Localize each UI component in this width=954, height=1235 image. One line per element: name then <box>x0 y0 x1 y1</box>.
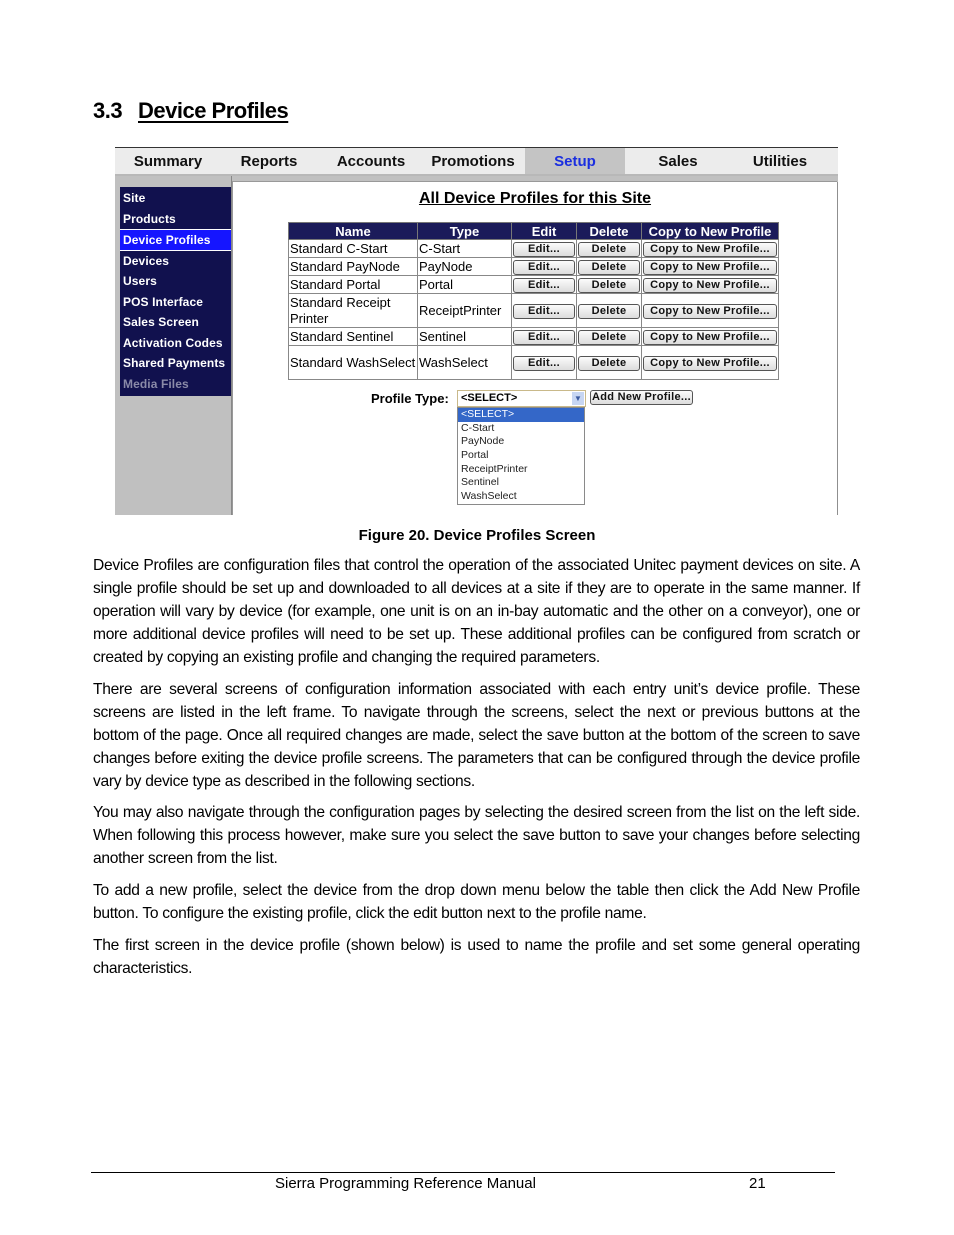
edit-button[interactable]: Edit... <box>513 304 575 319</box>
profile-type: WashSelect <box>417 345 512 380</box>
edit-button[interactable]: Edit... <box>513 242 575 257</box>
edit-button[interactable]: Edit... <box>513 356 575 371</box>
delete-button[interactable]: Delete <box>578 304 640 319</box>
tab-sales[interactable]: Sales <box>629 148 727 174</box>
copy-to-new-profile-button[interactable]: Copy to New Profile... <box>643 278 777 293</box>
main-frame: All Device Profiles for this Site Name T… <box>232 181 838 515</box>
device-profiles-screenshot: Summary Reports Accounts Promotions Setu… <box>115 147 838 515</box>
section-heading: 3.3 Device Profiles <box>93 98 289 124</box>
footer-page-number: 21 <box>749 1175 766 1192</box>
tab-promotions[interactable]: Promotions <box>423 148 523 174</box>
tab-utilities[interactable]: Utilities <box>733 148 827 174</box>
body-paragraph: There are several screens of configurati… <box>93 681 860 790</box>
dropdown-option-portal[interactable]: Portal <box>458 449 584 463</box>
table-row: Standard Receipt Printer ReceiptPrinter … <box>288 293 779 328</box>
sidebar-item-shared-payments[interactable]: Shared Payments <box>120 353 231 374</box>
column-header-delete: Delete <box>576 222 642 240</box>
dropdown-option-paynode[interactable]: PayNode <box>458 435 584 449</box>
delete-button[interactable]: Delete <box>578 356 640 371</box>
footer-divider <box>91 1172 835 1173</box>
edit-button[interactable]: Edit... <box>513 278 575 293</box>
profiles-table: Name Type Edit Delete Copy to New Profil… <box>288 222 779 380</box>
table-row: Standard Sentinel Sentinel Edit... Delet… <box>288 327 779 346</box>
delete-button[interactable]: Delete <box>578 260 640 275</box>
copy-to-new-profile-button[interactable]: Copy to New Profile... <box>643 260 777 275</box>
profile-name: Standard Sentinel <box>288 327 418 346</box>
table-row: Standard C-Start C-Start Edit... Delete … <box>288 239 779 258</box>
tab-reports[interactable]: Reports <box>225 148 313 174</box>
tab-summary[interactable]: Summary <box>115 148 221 174</box>
dropdown-option-c-start[interactable]: C-Start <box>458 422 584 436</box>
column-header-name: Name <box>288 222 418 240</box>
dropdown-option-washselect[interactable]: WashSelect <box>458 490 584 504</box>
copy-to-new-profile-button[interactable]: Copy to New Profile... <box>643 356 777 371</box>
sidebar-item-devices[interactable]: Devices <box>120 251 231 272</box>
delete-button[interactable]: Delete <box>578 278 640 293</box>
column-header-edit: Edit <box>511 222 577 240</box>
sidebar-item-users[interactable]: Users <box>120 271 231 292</box>
profile-type: Portal <box>417 275 512 294</box>
delete-button[interactable]: Delete <box>578 330 640 345</box>
add-new-profile-button[interactable]: Add New Profile... <box>590 390 693 405</box>
sidebar-item-pos-interface[interactable]: POS Interface <box>120 292 231 313</box>
body-paragraph: Device Profiles are configuration files … <box>93 557 860 666</box>
profile-type-label: Profile Type: <box>371 391 449 406</box>
section-number: 3.3 <box>93 98 123 123</box>
profile-type-selected-value: <SELECT> <box>461 392 518 404</box>
table-row: Standard WashSelect WashSelect Edit... D… <box>288 345 779 380</box>
sidebar-item-device-profiles[interactable]: Device Profiles <box>120 229 231 251</box>
dropdown-option-receiptprinter[interactable]: ReceiptPrinter <box>458 463 584 477</box>
profile-type-select[interactable]: <SELECT> ▼ <box>457 390 586 407</box>
sidebar-item-products[interactable]: Products <box>120 209 231 230</box>
dropdown-option-sentinel[interactable]: Sentinel <box>458 476 584 490</box>
sidebar-item-media-files: Media Files <box>123 376 189 391</box>
section-title: Device Profiles <box>138 98 289 123</box>
column-header-type: Type <box>417 222 512 240</box>
edit-button[interactable]: Edit... <box>513 330 575 345</box>
table-row: Standard Portal Portal Edit... Delete Co… <box>288 275 779 294</box>
profile-name: Standard C-Start <box>288 239 418 258</box>
sidebar-item-sales-screen[interactable]: Sales Screen <box>120 312 231 333</box>
body-paragraph: To add a new profile, select the device … <box>93 882 860 922</box>
copy-to-new-profile-button[interactable]: Copy to New Profile... <box>643 242 777 257</box>
profile-type: PayNode <box>417 257 512 276</box>
tab-accounts[interactable]: Accounts <box>327 148 415 174</box>
profile-type: C-Start <box>417 239 512 258</box>
footer-document-title: Sierra Programming Reference Manual <box>275 1175 536 1192</box>
sidebar-item-activation-codes[interactable]: Activation Codes <box>120 333 231 354</box>
profile-type: Sentinel <box>417 327 512 346</box>
sidebar-menu: Site Products Device Profiles Devices Us… <box>120 187 231 396</box>
profile-type-dropdown-list: <SELECT> C-Start PayNode Portal ReceiptP… <box>457 407 585 505</box>
copy-to-new-profile-button[interactable]: Copy to New Profile... <box>643 304 777 319</box>
chevron-down-icon[interactable]: ▼ <box>572 392 584 405</box>
page-title: All Device Profiles for this Site <box>418 190 652 207</box>
profile-name: Standard PayNode <box>288 257 418 276</box>
body-paragraph: The first screen in the device profile (… <box>93 937 860 977</box>
body-paragraph: You may also navigate through the config… <box>93 804 860 867</box>
table-header-row: Name Type Edit Delete Copy to New Profil… <box>288 222 779 240</box>
delete-button[interactable]: Delete <box>578 242 640 257</box>
profile-name: Standard WashSelect <box>288 345 418 380</box>
table-row: Standard PayNode PayNode Edit... Delete … <box>288 257 779 276</box>
profile-name: Standard Receipt Printer <box>288 293 418 328</box>
profile-name: Standard Portal <box>288 275 418 294</box>
frame-border <box>837 182 838 515</box>
sidebar-item-site[interactable]: Site <box>120 188 231 209</box>
top-nav: Summary Reports Accounts Promotions Setu… <box>115 148 838 176</box>
copy-to-new-profile-button[interactable]: Copy to New Profile... <box>643 330 777 345</box>
column-header-copy: Copy to New Profile <box>641 222 779 240</box>
tab-setup[interactable]: Setup <box>525 148 625 174</box>
figure-caption: Figure 20. Device Profiles Screen <box>358 527 596 544</box>
left-frame: Site Products Device Profiles Devices Us… <box>115 176 232 515</box>
dropdown-option-select[interactable]: <SELECT> <box>458 408 584 422</box>
profile-type: ReceiptPrinter <box>417 293 512 328</box>
edit-button[interactable]: Edit... <box>513 260 575 275</box>
